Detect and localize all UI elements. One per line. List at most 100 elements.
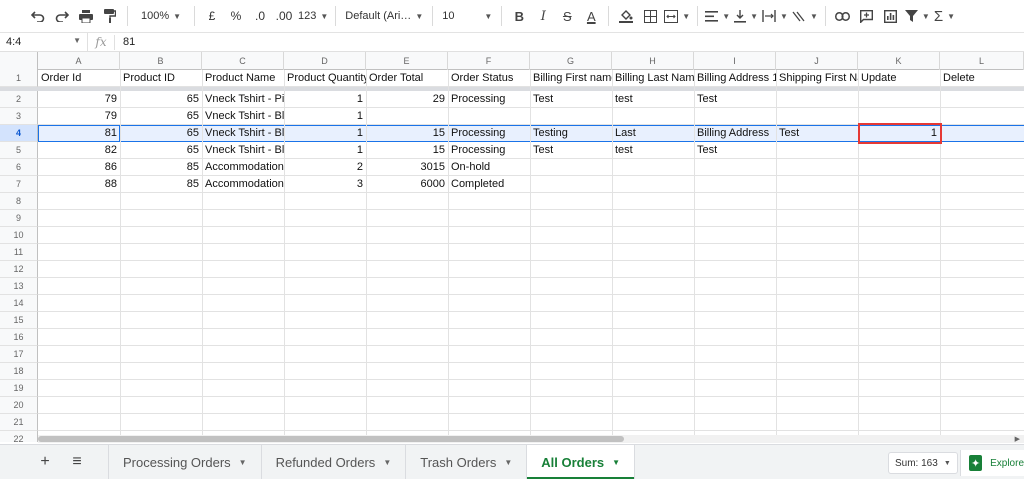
table-cell[interactable]: 1 <box>858 125 940 142</box>
bold-button[interactable]: B <box>507 4 531 28</box>
row-header[interactable]: 1 <box>0 70 38 87</box>
table-cell[interactable]: 82 <box>38 142 120 159</box>
table-cell[interactable]: Test <box>530 142 612 159</box>
row-header[interactable]: 9 <box>0 210 38 227</box>
table-cell[interactable]: Test <box>530 91 612 108</box>
insert-comment-icon[interactable] <box>855 4 879 28</box>
table-cell[interactable]: Vneck Tshirt - Pink <box>202 91 284 108</box>
table-cell[interactable]: 81 <box>38 125 120 142</box>
column-header[interactable]: I <box>694 52 776 70</box>
table-cell[interactable]: test <box>612 91 694 108</box>
select-all-corner[interactable] <box>0 52 38 70</box>
explore-button[interactable]: ✦ Explore <box>960 450 1024 476</box>
scrollbar-thumb[interactable] <box>38 436 624 442</box>
table-cell[interactable]: 1 <box>284 142 366 159</box>
header-cell[interactable]: Billing Address 1 <box>694 70 776 87</box>
row-header[interactable]: 15 <box>0 312 38 329</box>
row-header[interactable]: 19 <box>0 380 38 397</box>
column-header[interactable]: J <box>776 52 858 70</box>
row-header[interactable]: 10 <box>0 227 38 244</box>
undo-icon[interactable] <box>26 4 50 28</box>
table-cell[interactable]: Processing <box>448 142 530 159</box>
all-sheets-button[interactable]: ≡ <box>64 449 90 475</box>
row-header[interactable]: 16 <box>0 329 38 346</box>
font-size-select[interactable]: 10 ▼ <box>438 4 496 28</box>
vertical-align-icon[interactable]: ▼ <box>732 4 760 28</box>
decrease-decimals-button[interactable]: .0 <box>248 4 272 28</box>
sheet-tab[interactable]: Refunded Orders ▼ <box>262 444 407 479</box>
strikethrough-button[interactable]: S <box>555 4 579 28</box>
table-cell[interactable]: 15 <box>366 125 448 142</box>
table-cell[interactable]: Test <box>694 142 776 159</box>
horizontal-scrollbar[interactable]: ▶ <box>38 435 1024 443</box>
row-header[interactable]: 11 <box>0 244 38 261</box>
table-cell[interactable]: 3015 <box>366 159 448 176</box>
font-family-select[interactable]: Default (Ari… ▼ <box>341 4 427 28</box>
table-cell[interactable]: 65 <box>120 142 202 159</box>
merge-cells-icon[interactable]: ▼ <box>662 4 692 28</box>
italic-button[interactable]: I <box>531 4 555 28</box>
redo-icon[interactable] <box>50 4 74 28</box>
column-header[interactable]: E <box>366 52 448 70</box>
chevron-down-icon[interactable]: ▼ <box>383 458 391 467</box>
percent-format-button[interactable]: % <box>224 4 248 28</box>
header-cell[interactable]: Shipping First Name <box>776 70 858 87</box>
column-header[interactable]: D <box>284 52 366 70</box>
table-cell[interactable]: 88 <box>38 176 120 193</box>
column-header[interactable]: F <box>448 52 530 70</box>
header-cell[interactable]: Billing First name <box>530 70 612 87</box>
table-cell[interactable]: 3 <box>284 176 366 193</box>
table-cell[interactable]: Testing <box>530 125 612 142</box>
table-cell[interactable]: 1 <box>284 91 366 108</box>
table-cell[interactable]: 1 <box>284 125 366 142</box>
insert-link-icon[interactable] <box>831 4 855 28</box>
add-sheet-button[interactable]: + <box>32 449 58 475</box>
sheet-tab[interactable]: Trash Orders ▼ <box>406 444 528 479</box>
name-box[interactable]: 4:4 ▼ <box>0 32 88 52</box>
column-header[interactable]: H <box>612 52 694 70</box>
row-header[interactable]: 7 <box>0 176 38 193</box>
table-cell[interactable]: Processing <box>448 91 530 108</box>
table-cell[interactable]: 86 <box>38 159 120 176</box>
table-cell[interactable]: Test <box>694 91 776 108</box>
header-cell[interactable]: Product Name <box>202 70 284 87</box>
table-cell[interactable]: 79 <box>38 108 120 125</box>
row-header[interactable]: 8 <box>0 193 38 210</box>
column-header[interactable]: B <box>120 52 202 70</box>
column-header[interactable]: L <box>940 52 1024 70</box>
row-header[interactable]: 20 <box>0 397 38 414</box>
filter-icon[interactable]: ▼ <box>903 4 932 28</box>
sheet-tab[interactable]: Processing Orders ▼ <box>109 444 262 479</box>
table-cell[interactable]: 85 <box>120 176 202 193</box>
chevron-down-icon[interactable]: ▼ <box>612 458 620 467</box>
header-cell[interactable]: Order Id <box>38 70 120 87</box>
table-cell[interactable]: Last <box>612 125 694 142</box>
row-header[interactable]: 22 <box>0 431 38 442</box>
text-rotation-icon[interactable]: ▼ <box>790 4 820 28</box>
table-cell[interactable]: 15 <box>366 142 448 159</box>
header-cell[interactable]: Order Status <box>448 70 530 87</box>
table-cell[interactable]: Accommodation <box>202 159 284 176</box>
table-cell[interactable]: Accommodation <box>202 176 284 193</box>
table-cell[interactable]: Vneck Tshirt - Blue <box>202 142 284 159</box>
row-header[interactable]: 3 <box>0 108 38 125</box>
zoom-select[interactable]: 100% ▼ <box>133 4 189 28</box>
table-cell[interactable]: Processing <box>448 125 530 142</box>
functions-button[interactable]: Σ ▼ <box>932 4 957 28</box>
header-cell[interactable]: Update <box>858 70 940 87</box>
horizontal-align-icon[interactable]: ▼ <box>703 4 732 28</box>
table-cell[interactable]: 29 <box>366 91 448 108</box>
row-header[interactable]: 12 <box>0 261 38 278</box>
row-header[interactable]: 18 <box>0 363 38 380</box>
currency-format-button[interactable]: £ <box>200 4 224 28</box>
table-cell[interactable]: 65 <box>120 125 202 142</box>
sheet-tab[interactable]: All Orders ▼ <box>527 444 636 479</box>
borders-icon[interactable] <box>638 4 662 28</box>
table-cell[interactable]: Vneck Tshirt - Blue <box>202 108 284 125</box>
row-header[interactable]: 5 <box>0 142 38 159</box>
column-header[interactable]: A <box>38 52 120 70</box>
table-cell[interactable]: On-hold <box>448 159 530 176</box>
table-cell[interactable]: 2 <box>284 159 366 176</box>
table-cell[interactable]: Test <box>776 125 858 142</box>
chevron-down-icon[interactable]: ▼ <box>239 458 247 467</box>
